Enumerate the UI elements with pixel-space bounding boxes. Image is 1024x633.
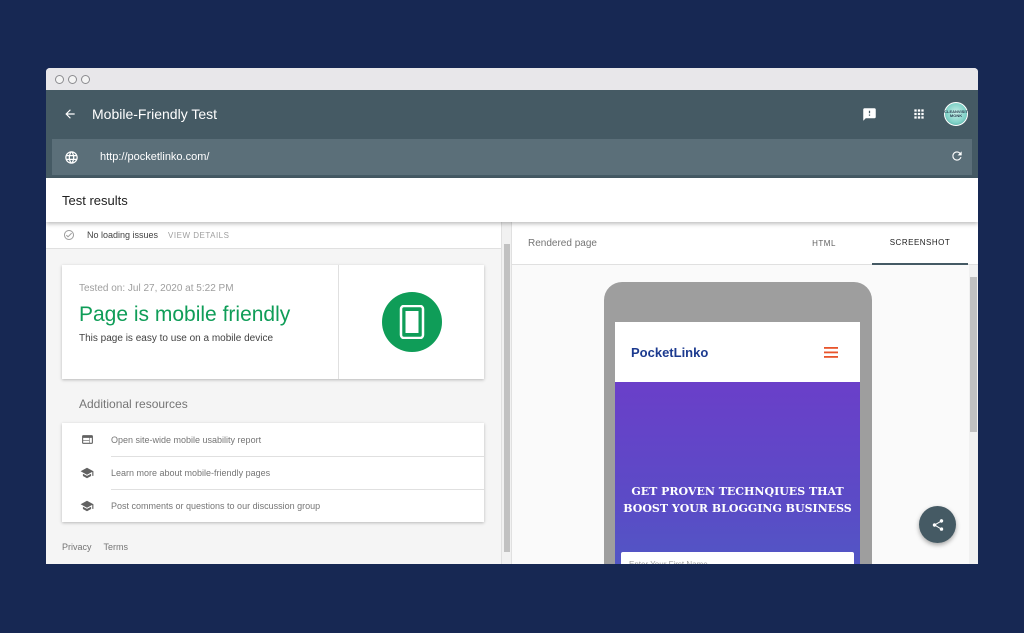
tested-on-timestamp: Tested on: Jul 27, 2020 at 5:22 PM [79,283,234,294]
content-area: No loading issues VIEW DETAILS Tested on… [46,222,978,564]
verdict-card: Tested on: Jul 27, 2020 at 5:22 PM Page … [62,265,484,379]
rendered-screenshot: PocketLinko GET PROVEN TECHNQIUES THAT B… [615,322,860,564]
terms-link[interactable]: Terms [104,542,129,552]
apps-button[interactable] [894,90,944,138]
school-icon [79,498,95,514]
site-logo: PocketLinko [631,344,709,360]
hamburger-menu-icon [824,346,838,358]
back-button[interactable] [46,90,94,138]
right-scrollbar[interactable] [969,265,978,564]
privacy-link[interactable]: Privacy [62,542,92,552]
url-bar[interactable]: http://pocketlinko.com/ [52,139,972,175]
school-icon [79,465,95,481]
left-scrollbar-thumb[interactable] [504,244,510,552]
feedback-button[interactable] [844,90,894,138]
check-circle-icon [64,230,74,240]
resource-item-usability-report[interactable]: Open site-wide mobile usability report [62,423,484,456]
hero-name-input: Enter Your First Name [621,552,854,564]
share-button[interactable] [919,506,956,543]
url-input[interactable]: http://pocketlinko.com/ [100,151,209,163]
resource-label: Post comments or questions to our discus… [111,500,321,511]
resources-list: Open site-wide mobile usability report L… [62,423,484,522]
verdict-icon-area [339,265,484,379]
globe-icon [64,150,78,164]
verdict-heading: Page is mobile friendly [79,303,291,326]
window-close-dot[interactable] [55,74,64,84]
window-minimize-dot[interactable] [68,74,77,84]
results-header: Test results [46,178,978,222]
share-icon [932,518,943,531]
results-title: Test results [62,192,128,208]
phone-frame: PocketLinko GET PROVEN TECHNQIUES THAT B… [604,282,872,564]
additional-resources-heading: Additional resources [79,397,188,411]
app-title: Mobile-Friendly Test [92,106,218,122]
resource-item-discussion-group[interactable]: Post comments or questions to our discus… [62,489,484,522]
resource-item-learn-more[interactable]: Learn more about mobile-friendly pages [62,456,484,489]
smartphone-icon [399,305,424,339]
window-maximize-dot[interactable] [81,74,90,84]
mobile-friendly-badge [381,292,442,352]
footer-links: Privacy Terms [62,542,128,552]
preview-panel: Rendered page HTML SCREENSHOT PocketLink… [511,222,978,564]
loading-status-label: No loading issues [87,230,159,240]
preview-tabs: HTML SCREENSHOT [776,222,968,265]
reload-button[interactable] [950,149,964,168]
site-header: PocketLinko [615,322,860,382]
globe-icon-wrap [52,150,90,165]
app-bar: Mobile-Friendly Test CLEANVISIT MONK [46,90,978,138]
right-scrollbar-thumb[interactable] [970,277,977,432]
account-avatar[interactable]: CLEANVISIT MONK [944,102,968,126]
apps-grid-icon [914,109,924,119]
app-bar-actions: CLEANVISIT MONK [844,90,968,138]
verdict-description: This page is easy to use on a mobile dev… [79,333,273,344]
resource-label: Learn more about mobile-friendly pages [111,467,271,478]
results-panel: No loading issues VIEW DETAILS Tested on… [46,222,511,564]
left-scrollbar[interactable] [501,222,511,564]
rendered-page-label: Rendered page [528,237,597,249]
view-details-link[interactable]: VIEW DETAILS [168,231,229,240]
hero-title: GET PROVEN TECHNQIUES THAT BOOST YOUR BL… [623,485,852,515]
resource-label: Open site-wide mobile usability report [111,434,262,445]
feedback-icon [862,107,876,121]
site-hero: GET PROVEN TECHNQIUES THAT BOOST YOUR BL… [615,382,860,564]
tab-screenshot[interactable]: SCREENSHOT [872,222,968,265]
preview-header: Rendered page HTML SCREENSHOT [512,222,978,265]
verdict-text-block: Tested on: Jul 27, 2020 at 5:22 PM Page … [62,265,339,379]
refresh-icon [952,151,962,161]
arrow-back-icon [65,109,75,119]
url-bar-container: http://pocketlinko.com/ [46,138,978,178]
web-icon [79,432,95,448]
tab-html[interactable]: HTML [776,222,872,265]
browser-window: Mobile-Friendly Test CLEANVISIT MONK htt… [46,68,978,564]
loading-status-row: No loading issues VIEW DETAILS [46,222,501,249]
window-chrome [46,68,978,90]
